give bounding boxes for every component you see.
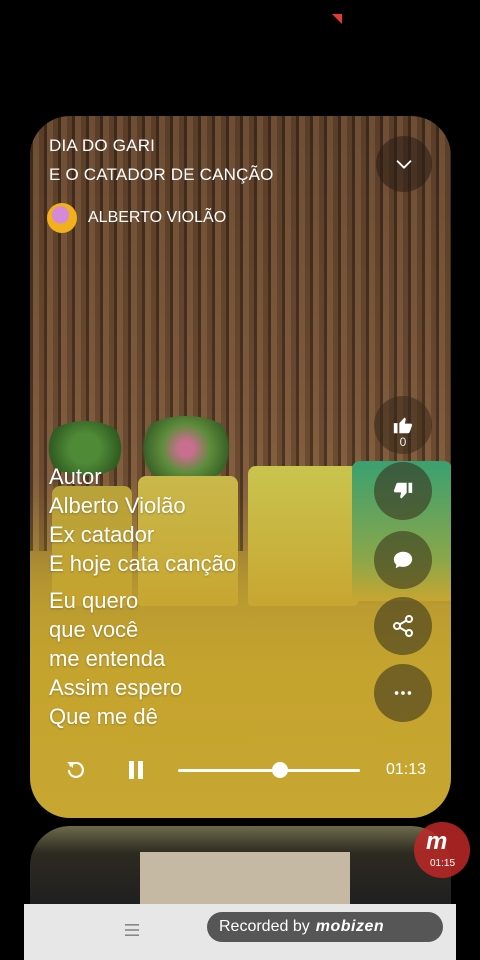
chevron-down-icon	[396, 160, 412, 169]
progress-thumb[interactable]	[271, 762, 288, 778]
recorder-brand: mobizen	[315, 918, 385, 935]
recording-time: 01:15	[430, 858, 456, 869]
lyrics-line: Alberto Violão	[49, 493, 186, 518]
next-song-card[interactable]	[30, 826, 451, 916]
more-button[interactable]	[374, 664, 432, 722]
artist-name[interactable]: ALBERTO VIOLÃO	[88, 209, 226, 227]
share-button[interactable]	[374, 597, 432, 655]
lyrics-line: me entenda	[49, 646, 166, 671]
lyrics-line: Que me dê	[49, 704, 158, 729]
artist-row[interactable]: ALBERTO VIOLÃO	[47, 203, 226, 233]
thumbs-down-icon	[393, 482, 413, 499]
current-time: 01:13	[386, 761, 427, 778]
lyrics-line: Autor	[49, 464, 102, 489]
lyrics-line: E hoje cata canção	[49, 551, 237, 576]
artist-avatar[interactable]	[47, 203, 77, 233]
player-controls: 01:13	[60, 752, 430, 788]
progress-track[interactable]	[178, 769, 360, 772]
thumbs-up-icon	[393, 417, 413, 434]
comment-icon	[393, 551, 413, 569]
song-card[interactable]: DIA DO GARI E O CATADOR DE CANÇÃO ALBERT…	[30, 116, 451, 818]
lyrics-line: Eu quero	[49, 588, 139, 613]
more-icon	[394, 691, 412, 695]
recorder-logo: m	[426, 828, 448, 855]
status-indicator-icon	[332, 14, 342, 24]
lyrics-line: que você	[49, 617, 139, 642]
lyrics-line: Assim espero	[49, 675, 183, 700]
share-icon	[393, 615, 413, 637]
lyrics-block: Eu quero que você me entenda Assim esper…	[49, 586, 182, 731]
lyrics-line: Ex catador	[49, 522, 155, 547]
like-count: 0	[399, 435, 407, 449]
lyrics-block: Autor Alberto Violão Ex catador E hoje c…	[49, 462, 236, 578]
song-title-line2: E O CATADOR DE CANÇÃO	[49, 165, 274, 184]
menu-icon[interactable]	[124, 922, 140, 938]
replay-icon[interactable]	[64, 758, 88, 782]
comment-button[interactable]	[374, 531, 432, 589]
recording-watermark: Recorded by mobizen	[207, 912, 443, 942]
cover-bin	[248, 466, 358, 606]
recording-label: Recorded by	[219, 918, 310, 935]
dislike-button[interactable]	[374, 462, 432, 520]
collapse-button[interactable]	[376, 136, 432, 192]
recorder-badge[interactable]: m 01:15	[414, 822, 470, 878]
song-title-line1: DIA DO GARI	[49, 136, 156, 155]
pause-icon[interactable]	[124, 758, 148, 782]
